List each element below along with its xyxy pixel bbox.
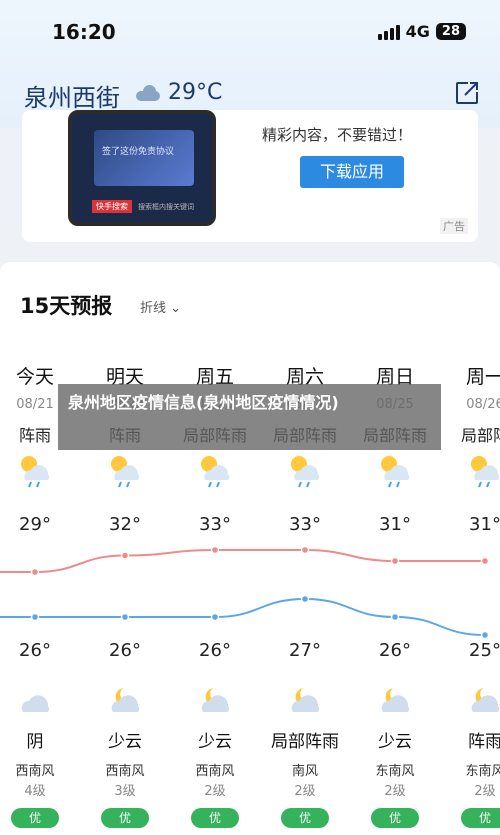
day-condition: 局部阵 [460, 426, 500, 445]
night-condition: 少云 [108, 732, 142, 752]
current-temperature: 29°C [168, 80, 223, 105]
night-condition: 局部阵雨 [271, 732, 339, 752]
low-temperature: 26° [109, 640, 141, 661]
ad-image-caption: 签了这份免责协议 [102, 147, 175, 157]
rain-icon [465, 450, 500, 490]
aqi-badge: 优 [11, 808, 59, 828]
ad-image-tag-secondary: 搜索框内搜关键词 [138, 203, 194, 211]
ad-text: 精彩内容，不要错过！ [262, 126, 413, 144]
low-temperature: 27° [289, 640, 321, 661]
high-temperature: 33° [289, 514, 321, 535]
day-name: 周一 [465, 366, 500, 388]
wind-level: 2级 [474, 784, 496, 799]
night-condition: 阵雨 [468, 732, 500, 752]
rain-icon [105, 450, 145, 490]
status-indicators: 4G 28 [377, 22, 466, 41]
ad-image: 签了这份免责协议 快手搜索 搜索框内搜关键词 [68, 110, 216, 226]
moon-cloud-icon [195, 680, 235, 720]
wind-level: 2级 [204, 784, 226, 799]
forecast-day-column[interactable]: 周一 08/26 局部阵 31° 25° 阵雨东南风 2级优 [440, 262, 500, 835]
low-temperature: 25° [469, 640, 500, 661]
rain-icon [285, 450, 325, 490]
app-header: 16:20 4G 28 泉州西街 29°C [0, 0, 500, 128]
network-label: 4G [405, 22, 430, 41]
ad-image-screen [94, 130, 194, 186]
news-banner-text: 泉州地区疫情信息(泉州地区疫情情况) [68, 393, 339, 412]
low-temperature: 26° [379, 640, 411, 661]
ad-card[interactable]: 签了这份免责协议 快手搜索 搜索框内搜关键词 精彩内容，不要错过！ 下载应用 广… [22, 110, 478, 242]
wind-direction: 南风 [291, 764, 318, 779]
wind-level: 2级 [384, 784, 406, 799]
forecast-day-column[interactable]: 明天08/22阵雨32°26°少云西南风3级优 [80, 262, 170, 835]
low-temperature: 26° [199, 640, 231, 661]
download-app-button[interactable]: 下载应用 [300, 156, 404, 188]
rain-icon [15, 450, 55, 490]
day-date: 08/26 [466, 397, 500, 412]
wind-direction: 西南风 [105, 764, 145, 779]
battery-icon: 28 [435, 23, 466, 40]
ad-label: 广告 [440, 218, 468, 234]
forecast-day-column[interactable]: 周五08/23局部阵雨33°26°少云西南风2级优 [170, 262, 260, 835]
wind-direction: 西南风 [15, 764, 55, 779]
aqi-badge: 优 [101, 808, 149, 828]
rain-icon [195, 450, 235, 490]
moon-cloud-icon [375, 680, 415, 720]
aqi-badge: 优 [461, 808, 500, 828]
low-temperature: 26° [19, 640, 51, 661]
rain-icon [375, 450, 415, 490]
wind-level: 4级 [24, 784, 46, 799]
current-weather: 29°C [134, 80, 222, 105]
high-temperature: 32° [109, 514, 141, 535]
night-condition: 少云 [378, 732, 412, 752]
city-name[interactable]: 泉州西街 [24, 78, 120, 113]
wind-direction: 东南风 [465, 764, 500, 779]
moon-cloud-icon [105, 680, 145, 720]
forecast-day-column[interactable]: 周日08/25局部阵雨31°26°少云东南风2级优 [350, 262, 440, 835]
share-icon[interactable] [454, 80, 480, 106]
wind-level: 2级 [294, 784, 316, 799]
forecast-panel: 15天预报 折线 ⌄ 今天08/21阵雨29°26°阴西南风4级优明天08/22… [0, 262, 500, 835]
wind-direction: 西南风 [195, 764, 235, 779]
aqi-badge: 优 [281, 808, 329, 828]
moon-cloud-icon [465, 680, 500, 720]
ad-image-tag: 快手搜索 [92, 200, 132, 213]
night-condition: 少云 [198, 732, 232, 752]
cloud-icon [15, 680, 55, 720]
high-temperature: 29° [19, 514, 51, 535]
cloud-icon [134, 84, 162, 101]
aqi-badge: 优 [371, 808, 419, 828]
high-temperature: 33° [199, 514, 231, 535]
wind-level: 3级 [114, 784, 136, 799]
aqi-badge: 优 [191, 808, 239, 828]
high-temperature: 31° [469, 514, 500, 535]
news-banner[interactable]: 泉州地区疫情信息(泉州地区疫情情况) [58, 384, 441, 450]
wind-direction: 东南风 [375, 764, 415, 779]
moon-cloud-icon [285, 680, 325, 720]
high-temperature: 31° [379, 514, 411, 535]
forecast-day-column[interactable]: 周六08/24局部阵雨33°27°局部阵雨南风2级优 [260, 262, 350, 835]
signal-icon [377, 24, 400, 40]
status-time: 16:20 [52, 20, 116, 44]
night-condition: 阴 [26, 732, 44, 752]
forecast-day-column[interactable]: 今天 08/21 阵雨 29° 26° 阴西南风 4级优 [0, 262, 80, 835]
